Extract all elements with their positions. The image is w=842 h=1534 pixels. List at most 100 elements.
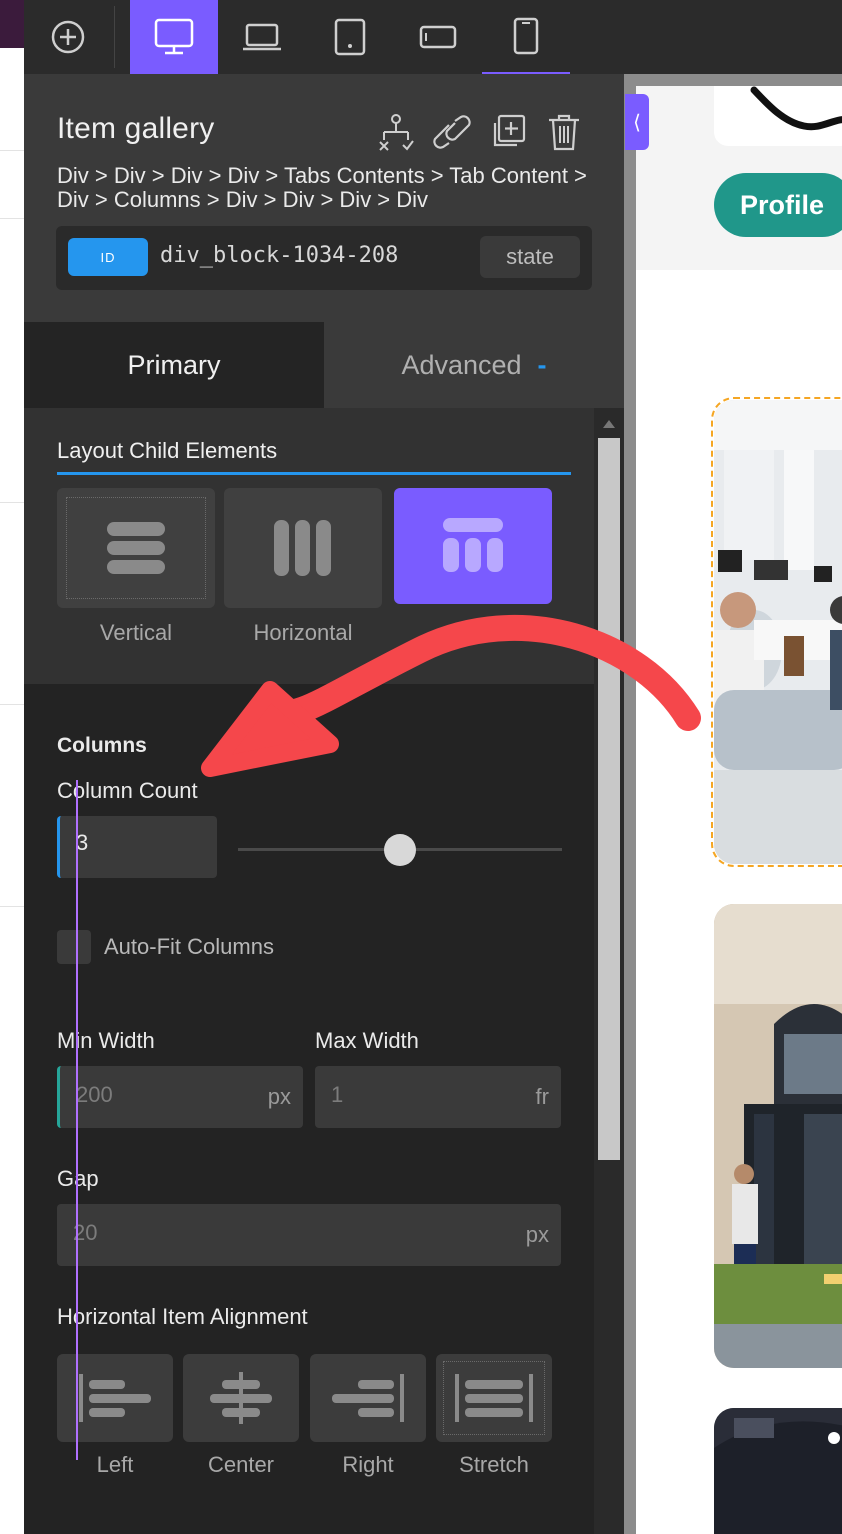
layout-grid-label: Grid (450, 618, 496, 638)
min-width-unit[interactable]: px (268, 1084, 291, 1110)
breadcrumb[interactable]: Div > Div > Div > Div > Tabs Contents > … (57, 164, 587, 212)
divider (0, 502, 24, 503)
max-width-field[interactable]: 1 fr (315, 1066, 561, 1128)
properties-panel: Item gallery Div > Div > Div > Div > Tab… (24, 74, 624, 1534)
phone-icon (513, 17, 539, 55)
min-width-field[interactable]: 200 px (57, 1066, 303, 1128)
scroll-up-arrow-icon[interactable] (603, 420, 615, 428)
canvas-preview[interactable]: Profile (636, 86, 842, 1534)
device-laptop-button[interactable] (218, 0, 306, 74)
preview-card[interactable] (714, 86, 842, 146)
profile-button[interactable]: Profile (714, 173, 842, 237)
structure-icon (379, 114, 414, 151)
element-title: Item gallery (57, 112, 215, 145)
office-photo (714, 400, 842, 864)
add-element-button[interactable] (24, 0, 112, 74)
chevron-left-icon: ⟨ (633, 111, 641, 134)
divider (0, 218, 24, 219)
min-width-label: Min Width (57, 1028, 155, 1053)
scrollbar-thumb[interactable] (598, 438, 620, 1160)
structure-button[interactable] (374, 110, 418, 154)
device-desktop-button[interactable] (130, 0, 218, 74)
tab-advanced[interactable]: Advanced - (324, 322, 624, 408)
device-tablet-button[interactable] (306, 0, 394, 74)
link-icon (433, 115, 471, 149)
trash-icon (549, 114, 579, 151)
toolbar-divider (114, 6, 115, 68)
panel-scrollbar[interactable] (594, 408, 624, 1534)
layout-title: Layout Child Elements (57, 438, 278, 463)
tablet-icon (334, 18, 366, 56)
layout-vertical-button[interactable] (57, 488, 215, 608)
tab-primary-label: Primary (127, 349, 221, 380)
panel-header: Item gallery Div > Div > Div > Div > Tab… (24, 74, 624, 322)
selection-outline (76, 780, 78, 1460)
columns-heading: Columns (57, 734, 147, 757)
admin-bar-edge (0, 0, 24, 48)
element-actions (374, 110, 586, 154)
layout-horizontal-label: Horizontal (253, 620, 353, 645)
house-photo (714, 904, 842, 1368)
signature-image (750, 86, 842, 131)
panel-tabs: Primary Advanced - (24, 322, 624, 408)
gap-unit[interactable]: px (526, 1222, 549, 1248)
align-stretch-icon (455, 1374, 533, 1422)
align-center-icon (210, 1372, 272, 1424)
gallery-image-house[interactable] (714, 904, 842, 1368)
tab-advanced-marker: - (537, 349, 547, 380)
plus-circle-icon (51, 20, 85, 54)
autofit-label: Auto-Fit Columns (104, 934, 274, 959)
gap-field[interactable]: 20 px (57, 1204, 561, 1266)
device-phone-button[interactable] (482, 0, 570, 74)
divider (0, 704, 24, 705)
car-photo (714, 1408, 842, 1534)
tablet-landscape-icon (419, 25, 457, 49)
duplicate-icon (493, 114, 526, 147)
align-left-label: Left (96, 1452, 134, 1477)
divider (0, 906, 24, 907)
max-width-unit[interactable]: fr (536, 1084, 549, 1110)
top-toolbar (24, 0, 842, 74)
layout-horizontal-button[interactable] (224, 488, 382, 608)
align-left-button[interactable] (57, 1354, 173, 1442)
layout-horizontal-icon (274, 520, 331, 576)
state-button[interactable]: state (480, 236, 580, 278)
collapse-panel-button[interactable]: ⟨ (625, 94, 649, 150)
selector-row: ID div_block-1034-208 state (56, 226, 592, 290)
align-center-label: Center (207, 1452, 275, 1477)
gallery-image-office[interactable] (711, 397, 842, 867)
horizontal-alignment-label: Horizontal Item Alignment (57, 1304, 308, 1329)
align-stretch-button[interactable] (436, 1354, 552, 1442)
column-count-slider-handle[interactable] (384, 834, 416, 866)
layout-section: Layout Child Elements Vertical Horizonta… (24, 408, 594, 684)
column-count-label: Column Count (57, 778, 198, 803)
id-badge[interactable]: ID (68, 238, 148, 276)
delete-button[interactable] (542, 110, 586, 154)
max-width-label: Max Width (315, 1028, 419, 1053)
tab-advanced-label: Advanced (401, 349, 522, 380)
align-right-button[interactable] (310, 1354, 426, 1442)
monitor-icon (154, 18, 194, 55)
duplicate-button[interactable] (486, 110, 530, 154)
page-edge (0, 0, 24, 1534)
autofit-checkbox[interactable] (57, 930, 91, 964)
align-left-icon (79, 1374, 151, 1422)
layout-vertical-label: Vertical (99, 620, 173, 645)
divider (0, 150, 24, 151)
layout-grid-icon (443, 518, 503, 572)
link-button[interactable] (430, 110, 474, 154)
gallery-image-car[interactable] (714, 1408, 842, 1534)
align-center-button[interactable] (183, 1354, 299, 1442)
layout-underline (57, 472, 571, 475)
column-count-input[interactable]: 3 (57, 816, 217, 878)
align-right-label: Right (342, 1452, 394, 1477)
min-width-placeholder: 200 (76, 1082, 113, 1107)
element-id[interactable]: div_block-1034-208 (160, 243, 398, 268)
device-landscape-button[interactable] (394, 0, 482, 74)
align-stretch-label: Stretch (459, 1452, 529, 1477)
layout-vertical-icon (107, 522, 165, 574)
laptop-icon (243, 23, 281, 51)
align-right-icon (332, 1374, 404, 1422)
layout-grid-button[interactable] (394, 488, 552, 604)
tab-primary[interactable]: Primary (24, 322, 324, 408)
